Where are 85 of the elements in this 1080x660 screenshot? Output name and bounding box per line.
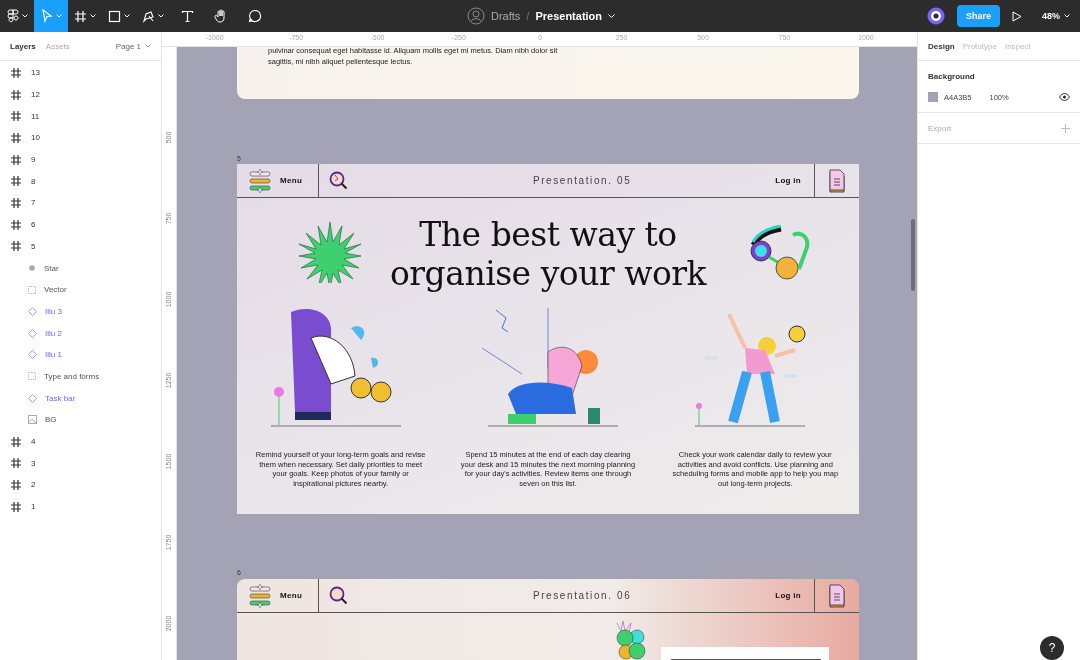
layer-name[interactable]: 3	[31, 458, 36, 468]
image-layer-icon	[28, 415, 37, 425]
component-icon	[28, 350, 37, 360]
chevron-down-icon	[55, 14, 62, 18]
presentation-title: Presentation. 06	[531, 590, 633, 601]
layer-name[interactable]: Illu 1	[45, 350, 62, 360]
menu-sliders-icon	[249, 168, 271, 193]
help-button[interactable]: ?	[1040, 636, 1064, 660]
eye-icon[interactable]	[1059, 93, 1070, 101]
vector-layer-icon	[28, 285, 36, 294]
component-icon	[28, 328, 37, 338]
chevron-down-icon	[158, 14, 164, 18]
chevron-down-icon	[90, 14, 96, 18]
menu-link[interactable]: Menu	[280, 176, 303, 185]
frame-icon	[11, 501, 21, 512]
frame-icon	[74, 9, 87, 23]
frame-icon	[11, 89, 21, 100]
cursor-icon	[40, 9, 53, 23]
layer-name[interactable]: BG	[45, 415, 57, 425]
layer-name[interactable]: 7	[31, 198, 36, 208]
presentation-title: Presentation. 05	[531, 175, 633, 186]
frame-icon	[11, 197, 21, 208]
login-link[interactable]: Log in	[775, 176, 801, 185]
comment-icon	[248, 9, 262, 23]
layer-name[interactable]: Illu 3	[45, 306, 62, 316]
breadcrumb-separator: /	[526, 10, 530, 22]
color-swatch[interactable]	[928, 92, 938, 102]
rectangle-icon	[108, 9, 121, 23]
pen-icon	[142, 9, 155, 23]
frame-icon	[11, 219, 21, 230]
page-selector[interactable]: Page 1	[115, 41, 141, 51]
document-icon[interactable]	[828, 583, 846, 608]
layer-name[interactable]: Task bar	[45, 393, 76, 403]
panel-tab[interactable]: Design	[928, 41, 955, 51]
starburst-drawing	[299, 221, 361, 283]
layer-name[interactable]: Star	[44, 263, 59, 273]
document-icon[interactable]	[828, 168, 846, 193]
search-icon[interactable]	[329, 585, 349, 606]
frame-icon	[11, 458, 21, 469]
layer-name[interactable]: 2	[31, 480, 36, 490]
search-icon[interactable]	[329, 170, 349, 191]
vector-layer-icon	[28, 372, 36, 381]
layer-name[interactable]: Illu 2	[45, 328, 62, 338]
chevron-down-icon	[124, 14, 130, 18]
frame-icon	[11, 67, 21, 78]
folder-name[interactable]: Drafts	[491, 10, 521, 22]
play-icon[interactable]	[1012, 10, 1022, 22]
frame-icon	[11, 154, 21, 165]
avatar-icon[interactable]	[926, 7, 945, 25]
headline: The best way to organise your work	[388, 215, 708, 293]
login-link[interactable]: Log in	[775, 591, 801, 600]
section-title: Export	[928, 124, 952, 133]
section-title: Background	[928, 72, 976, 81]
chevron-down-icon	[21, 14, 28, 18]
layer-name[interactable]: 5	[31, 241, 36, 251]
frame-icon	[11, 436, 21, 447]
frame-icon	[11, 111, 21, 122]
layer-name[interactable]: 12	[31, 90, 40, 100]
layer-name[interactable]: 1	[31, 502, 36, 512]
hand-icon	[214, 9, 228, 23]
menu-sliders-icon	[249, 583, 271, 608]
zoom-level[interactable]: 48%	[1042, 11, 1060, 21]
layer-name[interactable]: 4	[31, 437, 36, 447]
file-name[interactable]: Presentation	[535, 10, 603, 22]
layer-name[interactable]: Vector	[44, 285, 67, 295]
layer-name[interactable]: 9	[31, 155, 36, 165]
frame-icon	[11, 176, 21, 187]
layer-name[interactable]: 8	[31, 176, 36, 186]
panel-tab[interactable]: Layers	[10, 41, 36, 51]
user-icon	[467, 7, 485, 25]
frame-icon	[11, 241, 21, 252]
frame-icon	[11, 132, 21, 143]
layer-name[interactable]: Type and forms	[44, 371, 100, 381]
menu-link[interactable]: Menu	[280, 591, 303, 600]
layer-name[interactable]: 11	[31, 111, 40, 121]
component-icon	[28, 393, 37, 403]
scrollbar[interactable]	[911, 219, 915, 291]
layer-name[interactable]: 10	[31, 133, 40, 143]
layer-name[interactable]: 6	[31, 220, 36, 230]
logo-menu-icon	[6, 9, 19, 23]
layer-name[interactable]: 13	[31, 68, 40, 78]
text-icon	[180, 9, 194, 23]
star-layer-icon	[28, 264, 36, 273]
component-icon	[28, 306, 37, 316]
frame-icon	[11, 479, 21, 490]
